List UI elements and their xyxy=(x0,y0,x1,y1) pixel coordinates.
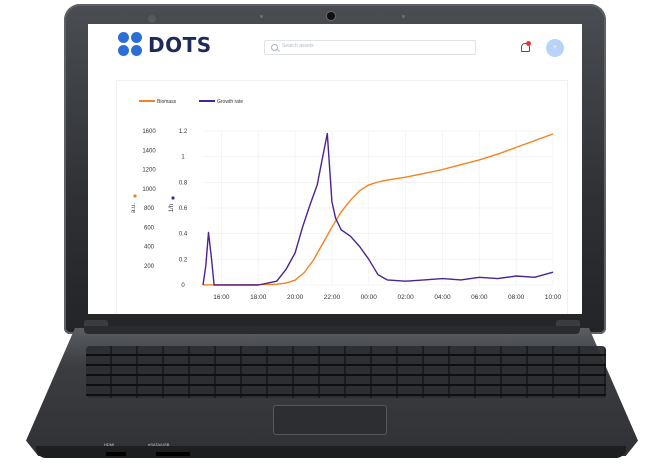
notification-badge xyxy=(526,41,531,46)
y-right-tick-label: 1.2 xyxy=(179,129,188,135)
y-right-axis-label: 1/h xyxy=(169,204,175,212)
dots-logo-icon xyxy=(118,32,144,58)
lid-dot xyxy=(260,15,263,18)
port-label: eSATA/USB xyxy=(148,442,170,447)
y-right-tick-label: 1 xyxy=(181,155,185,161)
x-tick-label: 06:00 xyxy=(471,294,488,301)
laptop-screen: DOTS Search assets + Biomass Growth rate 1… xyxy=(88,24,582,314)
biomass-growth-chart: Biomass Growth rate16:00 18:00 20:00 22:00 00… xyxy=(131,99,562,301)
y-right-tick-label: 0.2 xyxy=(179,257,188,263)
x-tick-label: 18:00 xyxy=(250,294,267,301)
y-right-tick-label: 0.6 xyxy=(179,206,188,212)
touchpad[interactable] xyxy=(273,405,387,435)
y-left-tick-label: 1600 xyxy=(142,129,156,135)
y-right-tick-label: 0.4 xyxy=(179,232,188,238)
webcam xyxy=(327,12,335,20)
y-right-axis-marker xyxy=(171,196,175,200)
y-left-tick-label: 1200 xyxy=(142,168,156,174)
x-tick-label: 02:00 xyxy=(397,294,414,301)
app-header: DOTS Search assets + xyxy=(88,24,582,70)
avatar[interactable]: + xyxy=(546,39,564,57)
keyboard-rows xyxy=(86,346,606,398)
y-left-tick-label: 1000 xyxy=(142,187,156,193)
logo-text: DOTS xyxy=(148,33,212,57)
hinge xyxy=(84,326,580,334)
x-tick-label: 10:00 xyxy=(545,294,562,301)
lid-indicator xyxy=(148,15,156,23)
x-tick-label: 00:00 xyxy=(361,294,378,301)
port-label: HDMI xyxy=(104,442,115,447)
y-left-tick-label: 200 xyxy=(144,264,155,270)
legend-label: Biomass xyxy=(157,99,177,105)
y-left-axis-marker xyxy=(133,194,137,198)
x-tick-label: 22:00 xyxy=(324,294,341,301)
notification-bell-icon[interactable] xyxy=(520,41,531,53)
x-tick-label: 20:00 xyxy=(287,294,304,301)
y-left-axis-label: a.u. xyxy=(131,203,137,213)
y-left-tick-label: 1400 xyxy=(142,148,156,154)
y-right-tick-label: 0 xyxy=(181,283,185,289)
y-right-tick-label: 0.8 xyxy=(179,180,188,186)
search-icon xyxy=(271,44,278,51)
y-left-tick-label: 600 xyxy=(144,225,155,231)
lid-dot xyxy=(402,15,405,18)
chart-card: Biomass Growth rate 16:00 18:00 20:00 22:00 00… xyxy=(116,80,568,314)
x-tick-label: 16:00 xyxy=(213,294,230,301)
legend-label: Growth rate xyxy=(217,99,243,105)
x-tick-label: 04:00 xyxy=(434,294,451,301)
y-left-tick-label: 800 xyxy=(144,206,155,212)
y-left-tick-label: 400 xyxy=(144,245,155,251)
series-line-growth-rate xyxy=(202,132,554,286)
search-placeholder: Search assets xyxy=(282,43,314,49)
usb-port xyxy=(156,452,190,456)
search-input[interactable]: Search assets xyxy=(264,40,476,55)
hdmi-port xyxy=(106,452,126,456)
x-tick-label: 08:00 xyxy=(508,294,525,301)
